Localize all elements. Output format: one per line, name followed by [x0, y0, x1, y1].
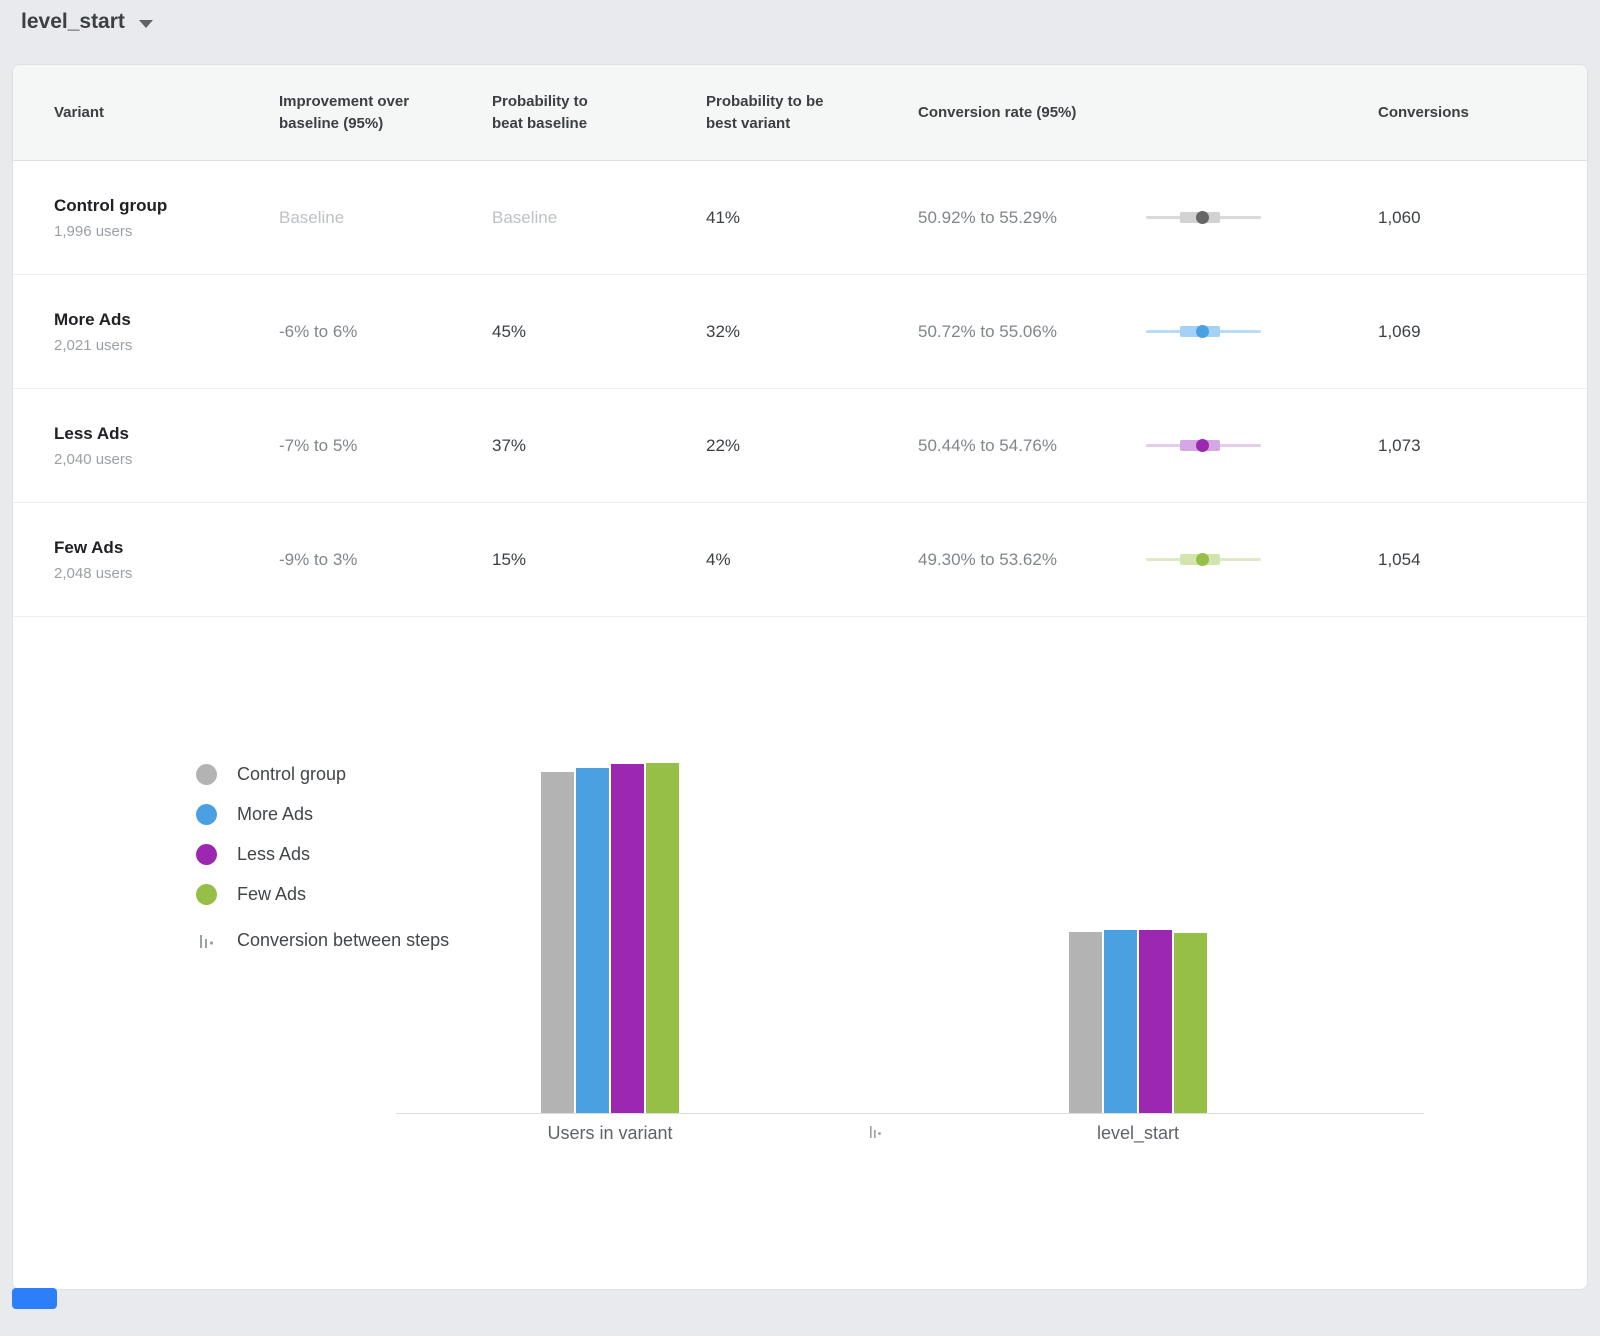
column-header-variant: Variant — [54, 102, 279, 124]
conversion-rate-cell: 50.92% to 55.29% — [918, 208, 1378, 228]
legend-dot-control-group — [196, 764, 217, 785]
variant-cell: Few Ads 2,048 users — [54, 538, 279, 582]
column-header-prob-best: Probability to be best variant — [706, 91, 918, 135]
variant-name: Less Ads — [54, 424, 279, 444]
interval-dot — [1196, 325, 1209, 338]
conversion-rate-range: 49.30% to 53.62% — [918, 550, 1146, 570]
bar-control-group-level-start[interactable] — [1069, 932, 1102, 1113]
experiment-results-card: Variant Improvement over baseline (95%) … — [12, 64, 1588, 1290]
legend-item-conversion-steps: Conversion between steps — [196, 930, 449, 951]
chart-legend: Control group More Ads Less Ads Few Ads — [196, 764, 449, 951]
funnel-bar-chart: Control group More Ads Less Ads Few Ads — [13, 617, 1587, 1290]
column-header-prob-beat: Probability to beat baseline — [492, 91, 706, 135]
prob-best-value: 41% — [706, 208, 918, 228]
bar-few-ads-users-in-variant[interactable] — [646, 763, 679, 1113]
conversions-value: 1,060 — [1378, 208, 1557, 228]
x-axis-label-users-in-variant: Users in variant — [547, 1123, 672, 1144]
confidence-interval-chart — [1146, 552, 1261, 567]
x-axis-line — [396, 1113, 1424, 1114]
bar-less-ads-users-in-variant[interactable] — [611, 764, 644, 1113]
conversion-between-steps-icon — [196, 932, 217, 950]
interval-dot — [1196, 439, 1209, 452]
conversion-rate-range: 50.92% to 55.29% — [918, 208, 1146, 228]
conversion-rate-cell: 50.44% to 54.76% — [918, 436, 1378, 456]
prob-best-value: 4% — [706, 550, 918, 570]
variant-name: More Ads — [54, 310, 279, 330]
column-header-conversion-rate: Conversion rate (95%) — [918, 102, 1378, 124]
conversion-rate-range: 50.72% to 55.06% — [918, 322, 1146, 342]
bar-few-ads-level-start[interactable] — [1174, 933, 1207, 1113]
x-axis-label-level-start: level_start — [1097, 1123, 1179, 1144]
legend-label: Control group — [237, 764, 346, 785]
conversions-value: 1,069 — [1378, 322, 1557, 342]
bar-less-ads-level-start[interactable] — [1139, 930, 1172, 1113]
improvement-value: -6% to 6% — [279, 322, 492, 342]
variant-cell: Control group 1,996 users — [54, 196, 279, 240]
column-header-conversions: Conversions — [1378, 102, 1557, 124]
event-selector-dropdown[interactable]: level_start — [21, 10, 153, 34]
interval-dot — [1196, 211, 1209, 224]
legend-item-control-group: Control group — [196, 764, 449, 785]
prob-beat-value: 45% — [492, 322, 706, 342]
conversion-rate-cell: 49.30% to 53.62% — [918, 550, 1378, 570]
variant-users: 2,048 users — [54, 565, 279, 582]
bar-more-ads-users-in-variant[interactable] — [576, 768, 609, 1113]
conversion-rate-cell: 50.72% to 55.06% — [918, 322, 1378, 342]
legend-label: Conversion between steps — [237, 930, 449, 951]
event-selector-label: level_start — [21, 10, 125, 34]
conversion-rate-range: 50.44% to 54.76% — [918, 436, 1146, 456]
conversions-value: 1,073 — [1378, 436, 1557, 456]
prob-beat-value: Baseline — [492, 208, 706, 228]
cutoff-blue-element[interactable] — [12, 1288, 57, 1309]
legend-item-more-ads: More Ads — [196, 804, 449, 825]
legend-dot-less-ads — [196, 844, 217, 865]
prob-best-value: 22% — [706, 436, 918, 456]
variant-name: Control group — [54, 196, 279, 216]
legend-label: Few Ads — [237, 884, 306, 905]
variant-users: 2,040 users — [54, 451, 279, 468]
legend-dot-more-ads — [196, 804, 217, 825]
legend-label: Less Ads — [237, 844, 310, 865]
table-row-control-group: Control group 1,996 users Baseline Basel… — [13, 161, 1587, 275]
confidence-interval-chart — [1146, 210, 1261, 225]
table-row-few-ads: Few Ads 2,048 users -9% to 3% 15% 4% 49.… — [13, 503, 1587, 617]
variant-users: 1,996 users — [54, 223, 279, 240]
bar-more-ads-level-start[interactable] — [1104, 930, 1137, 1113]
table-header: Variant Improvement over baseline (95%) … — [13, 65, 1587, 161]
variant-cell: Less Ads 2,040 users — [54, 424, 279, 468]
prob-beat-value: 15% — [492, 550, 706, 570]
interval-dot — [1196, 553, 1209, 566]
variant-cell: More Ads 2,021 users — [54, 310, 279, 354]
column-header-improvement: Improvement over baseline (95%) — [279, 91, 492, 135]
bar-group-level-start — [1069, 930, 1207, 1113]
variant-users: 2,021 users — [54, 337, 279, 354]
improvement-value: -7% to 5% — [279, 436, 492, 456]
table-row-less-ads: Less Ads 2,040 users -7% to 5% 37% 22% 5… — [13, 389, 1587, 503]
improvement-value: Baseline — [279, 208, 492, 228]
bar-group-users-in-variant — [541, 763, 679, 1113]
legend-item-less-ads: Less Ads — [196, 844, 449, 865]
prob-beat-value: 37% — [492, 436, 706, 456]
improvement-value: -9% to 3% — [279, 550, 492, 570]
variant-name: Few Ads — [54, 538, 279, 558]
confidence-interval-chart — [1146, 324, 1261, 339]
conversions-value: 1,054 — [1378, 550, 1557, 570]
bar-control-group-users-in-variant[interactable] — [541, 772, 574, 1113]
legend-label: More Ads — [237, 804, 313, 825]
confidence-interval-chart — [1146, 438, 1261, 453]
conversion-between-steps-icon — [869, 1124, 883, 1145]
legend-item-few-ads: Few Ads — [196, 884, 449, 905]
chevron-down-icon — [139, 20, 153, 28]
prob-best-value: 32% — [706, 322, 918, 342]
table-row-more-ads: More Ads 2,021 users -6% to 6% 45% 32% 5… — [13, 275, 1587, 389]
legend-dot-few-ads — [196, 884, 217, 905]
